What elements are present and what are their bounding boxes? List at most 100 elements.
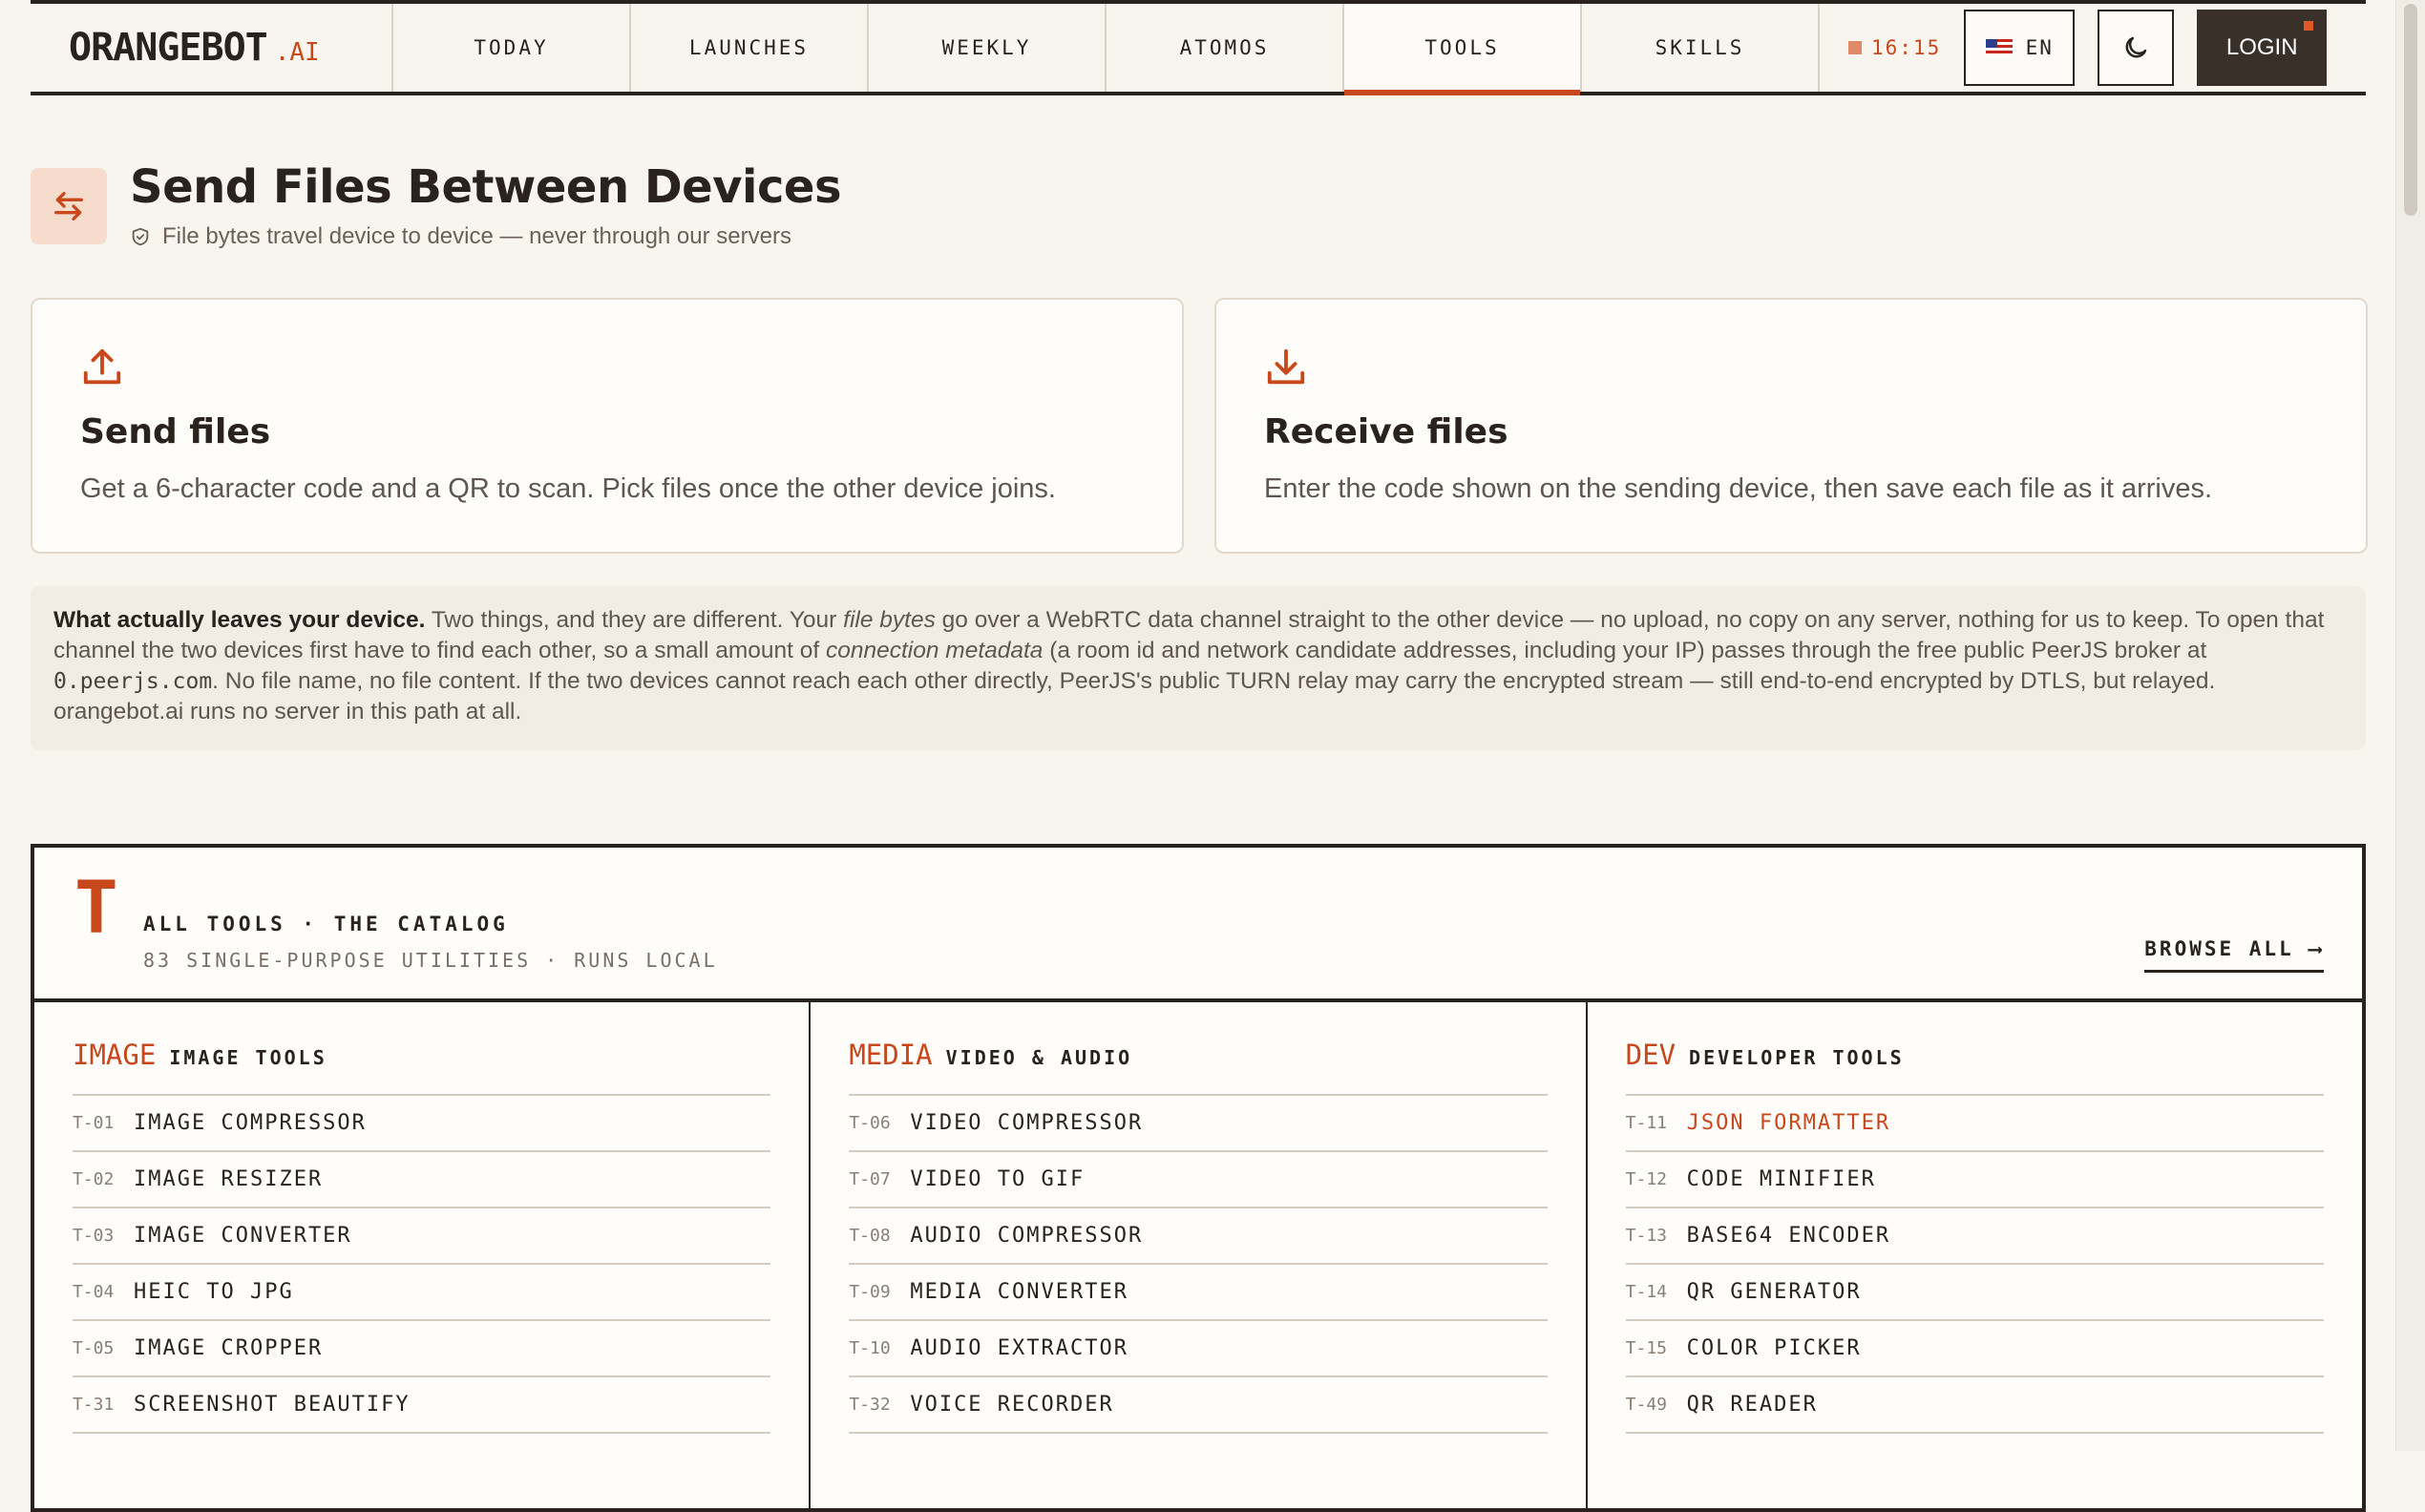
nav-tools: 16:15 EN LOGIN [1820,4,2366,92]
tool-row[interactable]: T-12 CODE MINIFIER [1625,1152,2324,1208]
receive-files-description: Enter the code shown on the sending devi… [1264,473,2213,504]
tool-row[interactable]: T-01 IMAGE COMPRESSOR [73,1096,771,1152]
peerjs-domain: 0.peerjs.com [53,669,213,694]
tool-number: T-15 [1625,1338,1668,1358]
category-media: MEDIA VIDEO & AUDIO T-06 VIDEO COMPRESSOR… [811,998,1588,1508]
tab-weekly[interactable]: WEEKLY [869,4,1107,92]
clock: 16:15 [1848,36,1941,59]
tool-row[interactable]: T-02 IMAGE RESIZER [73,1152,771,1208]
tool-row[interactable]: T-49 QR READER [1625,1377,2324,1434]
language-button[interactable]: EN [1964,10,2076,86]
tool-number: T-09 [849,1282,891,1302]
tool-number: T-04 [73,1282,115,1302]
category-label: VIDEO & AUDIO [945,1046,1133,1069]
tool-number: T-31 [73,1395,115,1415]
subtitle-text: File bytes travel device to device — nev… [162,223,791,249]
tool-number: T-07 [849,1169,891,1189]
logo[interactable]: ORANGEBOT .AI [31,4,393,92]
category-code: IMAGE [73,1039,157,1071]
logo-text: ORANGEBOT [69,26,268,70]
catalog-title: ALL TOOLS · THE CATALOG [143,913,509,935]
category-dev: DEV DEVELOPER TOOLS T-11 JSON FORMATTER T… [1588,998,2362,1508]
notification-dot [2304,21,2314,31]
privacy-note: What actually leaves your device. Two th… [31,586,2366,750]
moon-icon [2125,36,2147,58]
tool-number: T-10 [849,1338,891,1358]
note-text-4: . No file name, no file content. If the … [53,668,2216,724]
receive-files-card[interactable]: Receive files Enter the code shown on th… [1214,298,2368,554]
note-lead: What actually leaves your device. [53,607,426,633]
tool-name: HEIC TO JPG [134,1280,294,1304]
theme-toggle-button[interactable] [2098,10,2175,86]
logo-suffix: .AI [274,38,320,67]
tool-row[interactable]: T-10 AUDIO EXTRACTOR [849,1321,1548,1377]
tool-number: T-32 [849,1395,891,1415]
note-text-1: Two things, and they are different. Your [425,607,844,633]
tab-tools[interactable]: TOOLS [1344,4,1582,95]
tool-number: T-03 [73,1226,115,1246]
page-subtitle: File bytes travel device to device — nev… [130,223,791,250]
send-files-title: Send files [80,412,271,452]
tool-number: T-49 [1625,1395,1668,1415]
tool-name: IMAGE CROPPER [134,1336,324,1360]
tool-number: T-11 [1625,1113,1668,1133]
catalog-columns: IMAGE IMAGE TOOLS T-01 IMAGE COMPRESSOR T… [34,998,2362,1508]
tool-row[interactable]: T-07 VIDEO TO GIF [849,1152,1548,1208]
tool-row[interactable]: T-11 JSON FORMATTER [1625,1096,2324,1152]
tool-name: SCREENSHOT BEAUTIFY [134,1393,411,1417]
top-navigation: ORANGEBOT .AI TODAY LAUNCHES WEEKLY ATOM… [31,0,2366,95]
category-code: MEDIA [849,1039,933,1071]
tool-name: VIDEO TO GIF [910,1167,1086,1191]
tool-number: T-12 [1625,1169,1668,1189]
language-label: EN [2025,36,2054,59]
tab-launches[interactable]: LAUNCHES [631,4,869,92]
tool-name: QR READER [1686,1393,1818,1417]
tool-name: CODE MINIFIER [1686,1167,1876,1191]
catalog-mark: T [74,865,118,950]
category-image: IMAGE IMAGE TOOLS T-01 IMAGE COMPRESSOR T… [34,998,812,1508]
note-text-3: (a room id and network candidate address… [1043,638,2207,663]
tool-number: T-13 [1625,1226,1668,1246]
upload-icon [80,346,124,393]
tool-row[interactable]: T-06 VIDEO COMPRESSOR [849,1096,1548,1152]
tool-name: BASE64 ENCODER [1686,1224,1891,1248]
tool-row[interactable]: T-08 AUDIO COMPRESSOR [849,1208,1548,1265]
tool-row[interactable]: T-04 HEIC TO JPG [73,1265,771,1321]
tool-row[interactable]: T-14 QR GENERATOR [1625,1265,2324,1321]
tool-name: QR GENERATOR [1686,1280,1862,1304]
page-title: Send Files Between Devices [130,160,842,214]
catalog-header: T ALL TOOLS · THE CATALOG 83 SINGLE-PURP… [34,848,2362,1002]
tool-row[interactable]: T-32 VOICE RECORDER [849,1377,1548,1434]
category-code: DEV [1625,1039,1676,1071]
tool-name: IMAGE RESIZER [134,1167,324,1191]
tab-atomos[interactable]: ATOMOS [1107,4,1344,92]
tool-number: T-05 [73,1338,115,1358]
tool-row[interactable]: T-05 IMAGE CROPPER [73,1321,771,1377]
tool-row[interactable]: T-13 BASE64 ENCODER [1625,1208,2324,1265]
tool-number: T-06 [849,1113,891,1133]
tool-name: AUDIO EXTRACTOR [910,1336,1129,1360]
category-header: DEV DEVELOPER TOOLS [1625,1039,2324,1096]
us-flag-icon [1985,39,2013,56]
tool-row[interactable]: T-15 COLOR PICKER [1625,1321,2324,1377]
category-label: IMAGE TOOLS [169,1046,327,1069]
tool-row[interactable]: T-31 SCREENSHOT BEAUTIFY [73,1377,771,1434]
receive-files-title: Receive files [1264,412,1508,452]
browse-all-link[interactable]: BROWSE ALL ⟶ [2144,937,2324,973]
login-button[interactable]: LOGIN [2197,10,2328,86]
tools-catalog: T ALL TOOLS · THE CATALOG 83 SINGLE-PURP… [31,844,2366,1512]
send-files-card[interactable]: Send files Get a 6-character code and a … [31,298,1184,554]
send-files-description: Get a 6-character code and a QR to scan.… [80,473,1056,504]
tool-number: T-14 [1625,1282,1668,1302]
login-label: LOGIN [2225,34,2298,60]
category-label: DEVELOPER TOOLS [1689,1046,1905,1069]
tool-row[interactable]: T-09 MEDIA CONVERTER [849,1265,1548,1321]
tool-name: IMAGE COMPRESSOR [134,1111,367,1135]
scrollbar-thumb[interactable] [2404,4,2417,216]
tab-today[interactable]: TODAY [393,4,631,92]
page-scrollbar[interactable] [2395,0,2425,1451]
tool-name: AUDIO COMPRESSOR [910,1224,1144,1248]
tool-name: JSON FORMATTER [1686,1111,1891,1135]
tab-skills[interactable]: SKILLS [1582,4,1820,92]
tool-row[interactable]: T-03 IMAGE CONVERTER [73,1208,771,1265]
